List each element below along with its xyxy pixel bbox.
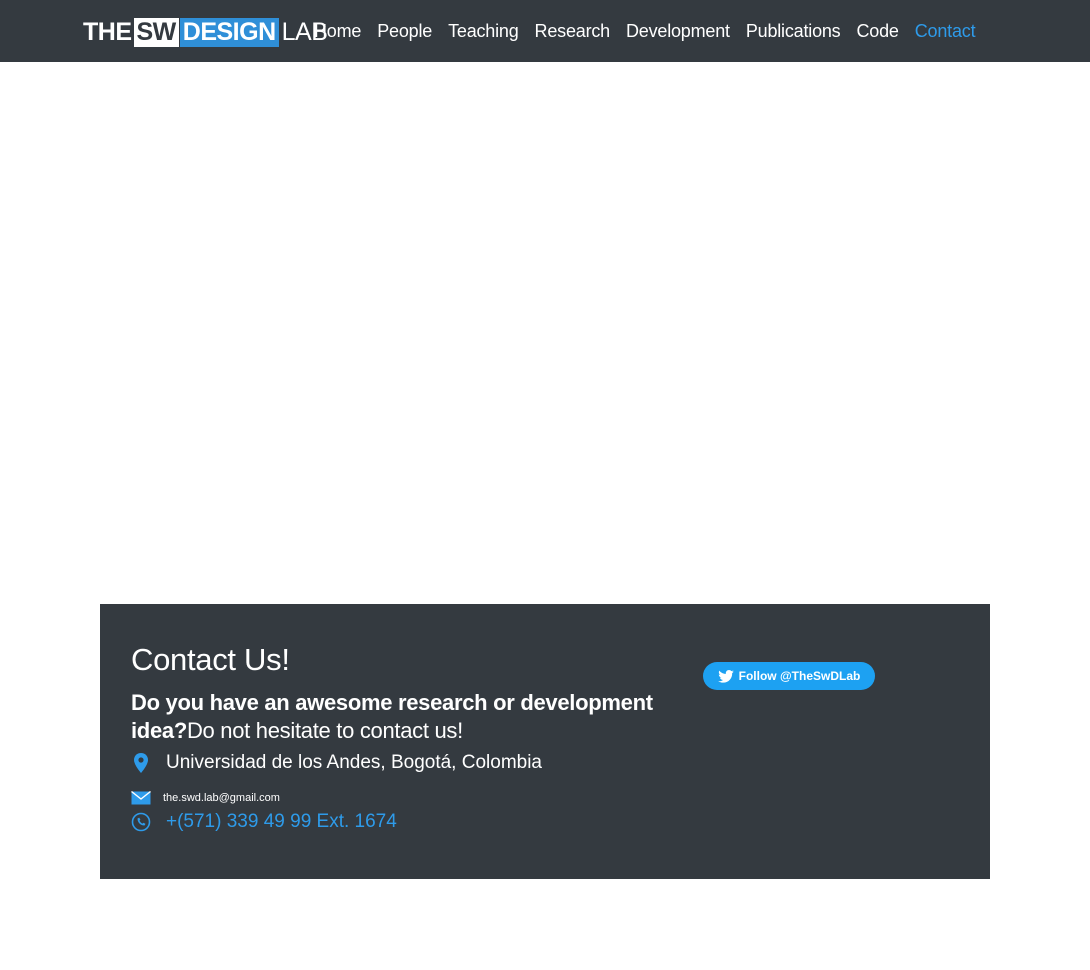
nav-contact[interactable]: Contact — [907, 0, 984, 62]
address-text: Universidad de los Andes, Bogotá, Colomb… — [166, 752, 543, 773]
logo-design: DESIGN — [179, 18, 279, 47]
nav-people[interactable]: People — [369, 0, 440, 62]
contact-lead: Do you have an awesome research or devel… — [131, 689, 691, 745]
twitter-follow-label: Follow @TheSwDLab — [738, 669, 861, 683]
phone-row: +(571) 339 49 99 Ext. 1674 — [131, 811, 397, 833]
nav-development[interactable]: Development — [618, 0, 738, 62]
contact-lead-invite: Do not hesitate to contact us! — [186, 718, 463, 743]
twitter-bird-icon — [717, 669, 734, 683]
contact-section: Contact Us! Do you have an awesome resea… — [100, 604, 990, 879]
email-text[interactable]: the.swd.lab@gmail.com — [163, 792, 280, 804]
address-row: Universidad de los Andes, Bogotá, Colomb… — [131, 752, 542, 774]
nav-home[interactable]: Home — [306, 0, 369, 62]
email-row: the.swd.lab@gmail.com — [131, 788, 280, 808]
logo-sw: SW — [133, 18, 179, 47]
nav-research[interactable]: Research — [527, 0, 618, 62]
map-pin-icon — [131, 753, 151, 773]
nav-code[interactable]: Code — [849, 0, 907, 62]
phone-link[interactable]: +(571) 339 49 99 Ext. 1674 — [166, 811, 397, 833]
top-navbar: THE SW DESIGN LAB Home People Teaching R… — [0, 0, 1090, 62]
twitter-follow-button[interactable]: Follow @TheSwDLab — [703, 662, 875, 690]
envelope-icon — [131, 788, 151, 808]
main-nav: Home People Teaching Research Developmen… — [306, 0, 983, 62]
nav-publications[interactable]: Publications — [738, 0, 849, 62]
site-logo[interactable]: THE SW DESIGN LAB — [82, 18, 328, 47]
logo-the: THE — [83, 18, 132, 46]
nav-teaching[interactable]: Teaching — [440, 0, 526, 62]
contact-title: Contact Us! — [131, 642, 290, 677]
phone-icon — [131, 812, 151, 832]
